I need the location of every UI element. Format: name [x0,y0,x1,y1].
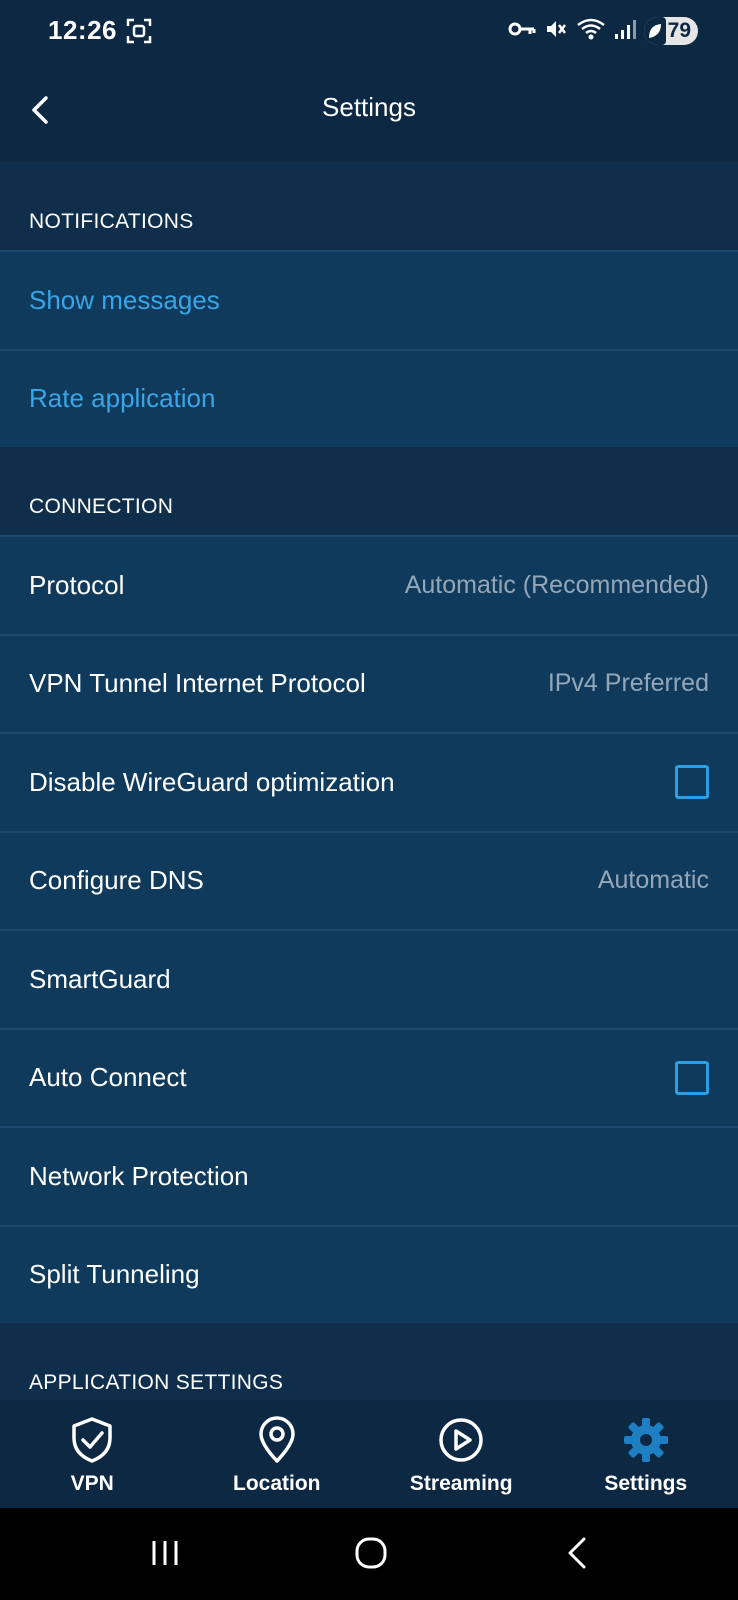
vpn-key-icon [508,20,536,43]
nav-label-vpn: VPN [70,1472,114,1495]
smartguard-label: SmartGuard [29,963,171,994]
nav-label-streaming: Streaming [409,1472,513,1495]
configure-dns-item[interactable]: Configure DNS Automatic [0,830,738,929]
auto-connect-item[interactable]: Auto Connect [0,1027,738,1126]
bottom-nav: VPN Location Streaming Settings [0,1400,738,1508]
nav-label-settings: Settings [604,1472,688,1495]
settings-list[interactable]: NOTIFICATIONS Show messages Rate applica… [0,162,738,1411]
rate-application-item[interactable]: Rate application [0,348,738,447]
show-messages-label: Show messages [29,284,220,315]
system-back-button[interactable] [562,1536,596,1575]
nav-tab-settings[interactable]: Settings [554,1400,738,1508]
screen-capture-icon [126,18,152,49]
split-tunneling-label: Split Tunneling [29,1259,200,1290]
status-icons: 79 [508,14,698,48]
wireguard-optimization-checkbox[interactable] [675,765,709,800]
nav-label-location: Location [233,1472,321,1495]
tunnel-protocol-value: IPv4 Preferred [547,669,709,698]
home-icon [355,1537,387,1569]
gear-icon [623,1418,668,1462]
battery-level: 79 [667,19,691,42]
auto-connect-checkbox[interactable] [675,1060,709,1095]
split-tunneling-item[interactable]: Split Tunneling [0,1224,738,1323]
wireguard-optimization-item[interactable]: Disable WireGuard optimization [0,732,738,831]
play-circle-icon [439,1418,483,1462]
nav-tab-location[interactable]: Location [185,1400,370,1508]
configure-dns-label: Configure DNS [29,865,204,896]
recent-apps-icon [152,1541,178,1565]
wifi-icon [576,17,606,46]
protocol-item[interactable]: Protocol Automatic (Recommended) [0,535,738,634]
page-title: Settings [322,92,416,122]
signal-icon [614,18,636,45]
mute-icon [544,17,568,46]
protocol-value: Automatic (Recommended) [404,570,709,599]
recent-apps-button[interactable] [148,1536,182,1575]
show-messages-item[interactable]: Show messages [0,250,738,349]
location-pin-icon [259,1416,295,1463]
tunnel-protocol-label: VPN Tunnel Internet Protocol [29,668,366,699]
nav-tab-vpn[interactable]: VPN [0,1400,185,1508]
rate-application-label: Rate application [29,383,216,414]
system-navigation-bar [0,1508,738,1600]
battery-indicator: 79 [644,17,698,45]
protocol-label: Protocol [29,569,125,600]
tunnel-protocol-item[interactable]: VPN Tunnel Internet Protocol IPv4 Prefer… [0,633,738,732]
section-header-application-settings: APPLICATION SETTINGS [0,1323,738,1411]
network-protection-label: Network Protection [29,1160,249,1191]
status-time: 12:26 [48,15,117,45]
battery-saver-icon [644,17,666,45]
configure-dns-value: Automatic [597,866,709,895]
section-header-connection: CONNECTION [0,447,738,535]
back-arrow-icon [568,1537,586,1569]
shield-check-icon [72,1417,112,1463]
nav-tab-streaming[interactable]: Streaming [369,1400,554,1508]
home-button[interactable] [354,1536,388,1575]
status-bar: 12:26 79 [0,0,738,62]
wireguard-optimization-label: Disable WireGuard optimization [29,766,395,797]
section-header-notifications: NOTIFICATIONS [0,162,738,250]
network-protection-item[interactable]: Network Protection [0,1126,738,1225]
app-header: Settings [0,62,738,162]
auto-connect-label: Auto Connect [29,1062,187,1093]
smartguard-item[interactable]: SmartGuard [0,929,738,1028]
